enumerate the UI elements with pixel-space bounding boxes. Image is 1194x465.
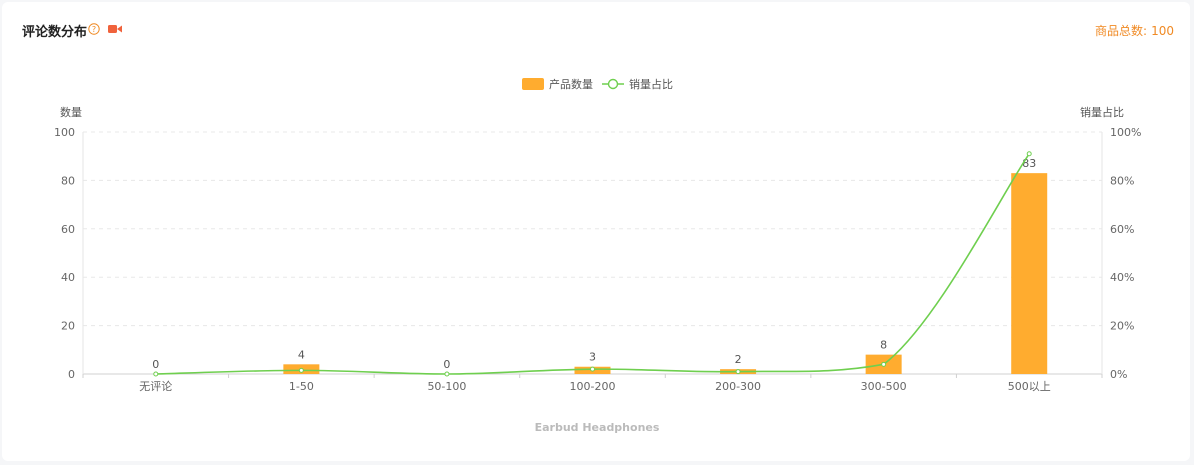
share-point xyxy=(298,367,304,373)
bar-value-label: 4 xyxy=(298,348,305,361)
y2-tick-label: 80% xyxy=(1110,174,1134,187)
bar xyxy=(1011,173,1048,374)
bar-value-label: 83 xyxy=(1022,157,1036,170)
x-tick-label: 200-300 xyxy=(715,380,761,393)
bar-value-label: 0 xyxy=(443,358,450,371)
share-point xyxy=(881,361,887,367)
x-tick-label: 1-50 xyxy=(289,380,314,393)
legend-line-marker xyxy=(607,78,619,90)
x-tick-label: 300-500 xyxy=(861,380,907,393)
bar-value-label: 8 xyxy=(880,339,887,352)
y-tick-label: 0 xyxy=(68,368,75,381)
legend-bar-label: 产品数量 xyxy=(549,77,593,91)
legend-line-label: 销量占比 xyxy=(629,77,673,91)
y-tick-label: 60 xyxy=(61,223,75,236)
share-point xyxy=(153,371,159,377)
y2-axis-title: 销量占比 xyxy=(1080,105,1124,119)
y2-tick-label: 100% xyxy=(1110,126,1141,139)
y2-tick-label: 20% xyxy=(1110,320,1134,333)
legend-bar-swatch xyxy=(522,78,544,90)
y2-tick-label: 40% xyxy=(1110,271,1134,284)
y-tick-label: 80 xyxy=(61,174,75,187)
share-point xyxy=(444,371,450,377)
x-tick-label: 无评论 xyxy=(139,379,172,393)
x-tick-label: 100-200 xyxy=(570,380,616,393)
x-tick-label: 50-100 xyxy=(427,380,466,393)
share-line xyxy=(155,153,1030,375)
share-point xyxy=(1026,151,1032,157)
y-tick-label: 100 xyxy=(54,126,75,139)
bar-value-label: 2 xyxy=(735,353,742,366)
y-axis-title: 数量 xyxy=(60,106,82,119)
review-distribution-chart: 0 0%20 20%40 40%60 60%80 80%100 100%数量 销量占比无评论 1… xyxy=(54,77,1141,434)
bar-value-label: 3 xyxy=(589,351,596,364)
y-tick-label: 40 xyxy=(61,271,75,284)
share-point xyxy=(590,366,595,372)
y2-tick-label: 0% xyxy=(1110,368,1127,381)
bar-value-label: 0 xyxy=(152,358,159,371)
x-tick-label: 500以上 xyxy=(1008,380,1051,393)
y-tick-label: 20 xyxy=(61,320,75,333)
y2-tick-label: 60% xyxy=(1110,223,1134,236)
x-axis-title: Earbud Headphones xyxy=(535,421,660,434)
share-point xyxy=(735,369,741,375)
